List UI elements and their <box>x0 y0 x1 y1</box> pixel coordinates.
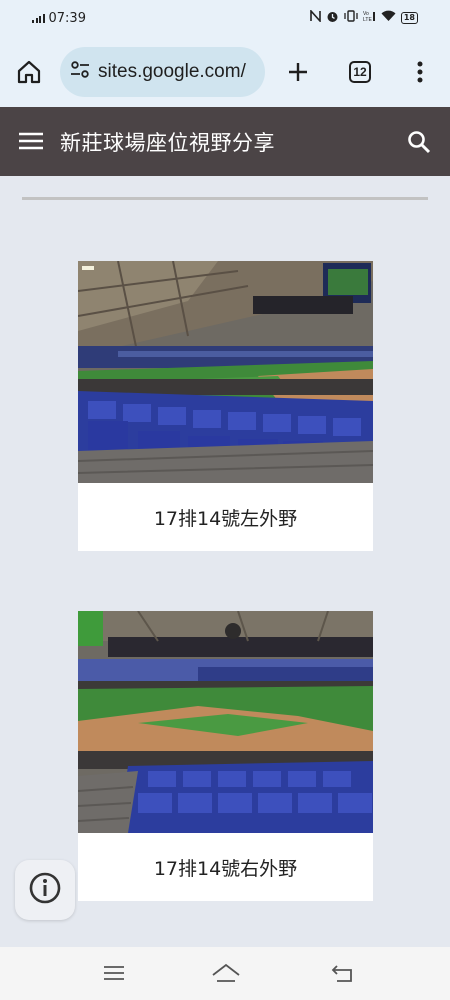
nfc-icon <box>310 8 321 26</box>
browser-toolbar: sites.google.com/ 12 <box>0 36 450 107</box>
site-settings-icon[interactable] <box>70 61 90 83</box>
divider <box>22 197 428 200</box>
new-tab-icon[interactable] <box>284 58 312 86</box>
site-header: 新莊球場座位視野分享 <box>0 107 450 176</box>
info-icon <box>29 872 61 908</box>
search-icon[interactable] <box>406 129 432 155</box>
stadium-photo-right-field <box>78 611 373 833</box>
back-icon[interactable] <box>330 961 356 985</box>
signal-icon <box>32 13 45 23</box>
seat-caption: 17排14號右外野 <box>153 857 298 880</box>
seat-card-left-field[interactable]: 17排14號左外野 <box>78 261 373 551</box>
svg-text:LTE: LTE <box>363 17 372 22</box>
status-time: 07:39 <box>48 10 86 26</box>
tabs-icon[interactable]: 12 <box>346 58 374 86</box>
alarm-icon <box>326 10 339 27</box>
site-title: 新莊球場座位視野分享 <box>60 130 275 155</box>
address-bar[interactable]: sites.google.com/ <box>60 47 265 97</box>
info-button[interactable] <box>15 860 75 920</box>
volte-icon: Vo LTE <box>363 10 376 26</box>
menu-icon[interactable] <box>18 129 44 153</box>
wifi-icon <box>381 10 396 26</box>
seat-caption: 17排14號左外野 <box>153 507 298 530</box>
home-nav-icon[interactable] <box>211 961 241 985</box>
tab-count: 12 <box>349 61 371 83</box>
more-menu-icon[interactable] <box>406 58 434 86</box>
url-text: sites.google.com/ <box>98 61 246 82</box>
home-icon[interactable] <box>14 58 44 86</box>
battery-icon: 18 <box>400 12 418 24</box>
vibrate-icon <box>344 10 358 26</box>
recents-icon[interactable] <box>102 961 126 985</box>
status-bar: 07:39 Vo LTE 18 <box>0 0 450 36</box>
system-nav-bar <box>0 947 450 1000</box>
seat-card-right-field[interactable]: 17排14號右外野 <box>78 611 373 901</box>
stadium-photo-left-field <box>78 261 373 483</box>
